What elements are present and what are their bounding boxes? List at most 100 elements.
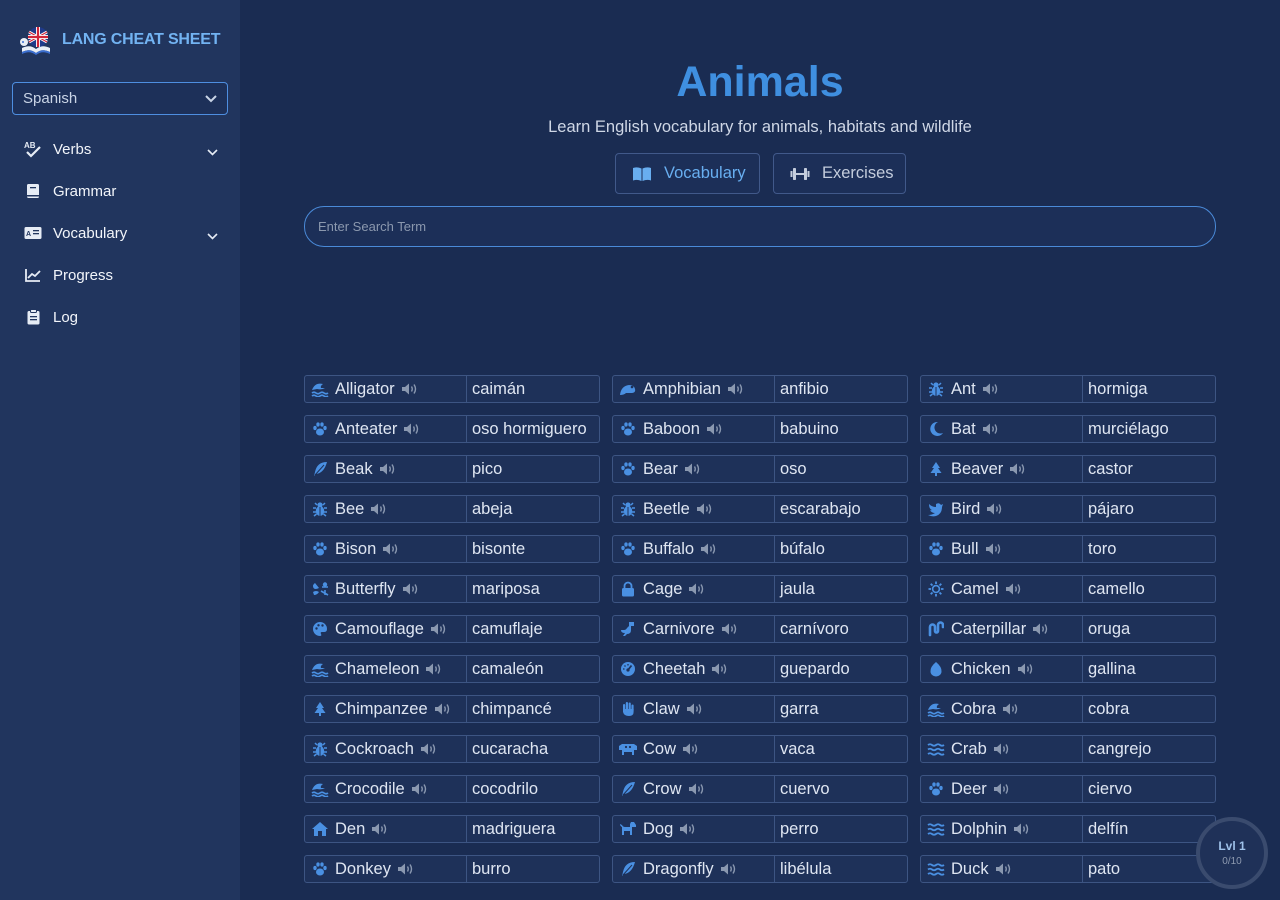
speaker-icon[interactable]	[706, 422, 724, 436]
speaker-icon[interactable]	[1017, 662, 1035, 676]
speaker-icon[interactable]	[982, 422, 1000, 436]
vocab-row[interactable]: Camouflage camuflaje	[304, 615, 600, 643]
speaker-icon[interactable]	[700, 542, 718, 556]
vocab-row[interactable]: Bee abeja	[304, 495, 600, 523]
chevron-down-icon[interactable]	[207, 143, 218, 160]
spellcheck-icon: AB	[24, 140, 42, 158]
paw-icon	[613, 461, 643, 477]
vocab-row[interactable]: Dolphin delfín	[920, 815, 1216, 843]
speaker-icon[interactable]	[1013, 822, 1031, 836]
vocab-row[interactable]: Bird pájaro	[920, 495, 1216, 523]
sidebar-item-log[interactable]: Log	[0, 296, 240, 338]
speaker-icon[interactable]	[382, 542, 400, 556]
vocab-row[interactable]: Chicken gallina	[920, 655, 1216, 683]
speaker-icon[interactable]	[721, 622, 739, 636]
vocab-row[interactable]: Crow cuervo	[612, 775, 908, 803]
speaker-icon[interactable]	[411, 782, 429, 796]
vocab-row[interactable]: Cobra cobra	[920, 695, 1216, 723]
speaker-icon[interactable]	[688, 782, 706, 796]
vocab-row[interactable]: Cow vaca	[612, 735, 908, 763]
vocab-row[interactable]: Crab cangrejo	[920, 735, 1216, 763]
speaker-icon[interactable]	[1009, 462, 1027, 476]
speaker-icon[interactable]	[420, 742, 438, 756]
speaker-icon[interactable]	[727, 382, 745, 396]
vocab-row[interactable]: Carnivore carnívoro	[612, 615, 908, 643]
vocab-row[interactable]: Baboon babuino	[612, 415, 908, 443]
speaker-icon[interactable]	[434, 702, 452, 716]
egg-icon	[921, 661, 951, 677]
vocab-row[interactable]: Caterpillar oruga	[920, 615, 1216, 643]
speaker-icon[interactable]	[1002, 702, 1020, 716]
english-word: Bull	[951, 539, 979, 558]
speaker-icon[interactable]	[986, 502, 1004, 516]
speaker-icon[interactable]	[684, 462, 702, 476]
vocab-row[interactable]: Beaver castor	[920, 455, 1216, 483]
speaker-icon[interactable]	[993, 742, 1011, 756]
speaker-icon[interactable]	[682, 742, 700, 756]
vocab-row[interactable]: Camel camello	[920, 575, 1216, 603]
moon-icon	[921, 421, 951, 437]
vocab-row[interactable]: Dragonfly libélula	[612, 855, 908, 883]
vocab-row[interactable]: Ant hormiga	[920, 375, 1216, 403]
vocab-row[interactable]: Bison bisonte	[304, 535, 600, 563]
speaker-icon[interactable]	[401, 382, 419, 396]
speaker-icon[interactable]	[1032, 622, 1050, 636]
tab-exercises[interactable]: Exercises	[773, 153, 906, 194]
sidebar-item-progress[interactable]: Progress	[0, 254, 240, 296]
speaker-icon[interactable]	[430, 622, 448, 636]
speaker-icon[interactable]	[985, 542, 1003, 556]
vocab-row[interactable]: Anteater oso hormiguero	[304, 415, 600, 443]
vocab-row[interactable]: Claw garra	[612, 695, 908, 723]
vocab-row[interactable]: Crocodile cocodrilo	[304, 775, 600, 803]
speaker-icon[interactable]	[402, 582, 420, 596]
speaker-icon[interactable]	[688, 582, 706, 596]
vocab-row[interactable]: Buffalo búfalo	[612, 535, 908, 563]
vocab-row[interactable]: Bat murciélago	[920, 415, 1216, 443]
vocab-row[interactable]: Donkey burro	[304, 855, 600, 883]
vocab-row[interactable]: Beetle escarabajo	[612, 495, 908, 523]
tab-vocabulary[interactable]: Vocabulary	[615, 153, 760, 194]
speaker-icon[interactable]	[993, 782, 1011, 796]
language-select[interactable]: Spanish	[12, 82, 228, 115]
speaker-icon[interactable]	[379, 462, 397, 476]
vocab-row[interactable]: Cheetah guepardo	[612, 655, 908, 683]
vocab-row[interactable]: Chameleon camaleón	[304, 655, 600, 683]
speaker-icon[interactable]	[397, 862, 415, 876]
speaker-icon[interactable]	[370, 502, 388, 516]
vocab-row[interactable]: Bear oso	[612, 455, 908, 483]
sidebar-item-verbs[interactable]: AB Verbs	[0, 128, 240, 170]
speaker-icon[interactable]	[982, 382, 1000, 396]
brand[interactable]: LANG CHEAT SHEET	[18, 24, 220, 56]
chevron-down-icon[interactable]	[207, 227, 218, 244]
vocab-row[interactable]: Duck pato	[920, 855, 1216, 883]
sidebar-item-vocabulary[interactable]: A Vocabulary	[0, 212, 240, 254]
vocab-row[interactable]: Beak pico	[304, 455, 600, 483]
speaker-icon[interactable]	[995, 862, 1013, 876]
vocab-row[interactable]: Dog perro	[612, 815, 908, 843]
english-word: Cobra	[951, 699, 996, 718]
vocab-row[interactable]: Butterfly mariposa	[304, 575, 600, 603]
speaker-icon[interactable]	[371, 822, 389, 836]
vocab-row[interactable]: Alligator caimán	[304, 375, 600, 403]
speaker-icon[interactable]	[679, 822, 697, 836]
search-input[interactable]	[318, 219, 1215, 234]
row-divider	[774, 856, 775, 882]
speaker-icon[interactable]	[711, 662, 729, 676]
speaker-icon[interactable]	[425, 662, 443, 676]
speaker-icon[interactable]	[403, 422, 421, 436]
vocab-row[interactable]: Amphibian anfibio	[612, 375, 908, 403]
sidebar-item-grammar[interactable]: Grammar	[0, 170, 240, 212]
speaker-icon[interactable]	[686, 702, 704, 716]
vocab-row[interactable]: Den madriguera	[304, 815, 600, 843]
level-badge[interactable]: Lvl 1 0/10	[1196, 817, 1268, 889]
speaker-icon[interactable]	[1005, 582, 1023, 596]
vocab-row[interactable]: Chimpanzee chimpancé	[304, 695, 600, 723]
vocab-row[interactable]: Deer ciervo	[920, 775, 1216, 803]
vocab-row[interactable]: Cage jaula	[612, 575, 908, 603]
sidebar-item-label: Vocabulary	[53, 224, 128, 242]
english-word: Butterfly	[335, 579, 396, 598]
vocab-row[interactable]: Bull toro	[920, 535, 1216, 563]
speaker-icon[interactable]	[720, 862, 738, 876]
speaker-icon[interactable]	[696, 502, 714, 516]
vocab-row[interactable]: Cockroach cucaracha	[304, 735, 600, 763]
